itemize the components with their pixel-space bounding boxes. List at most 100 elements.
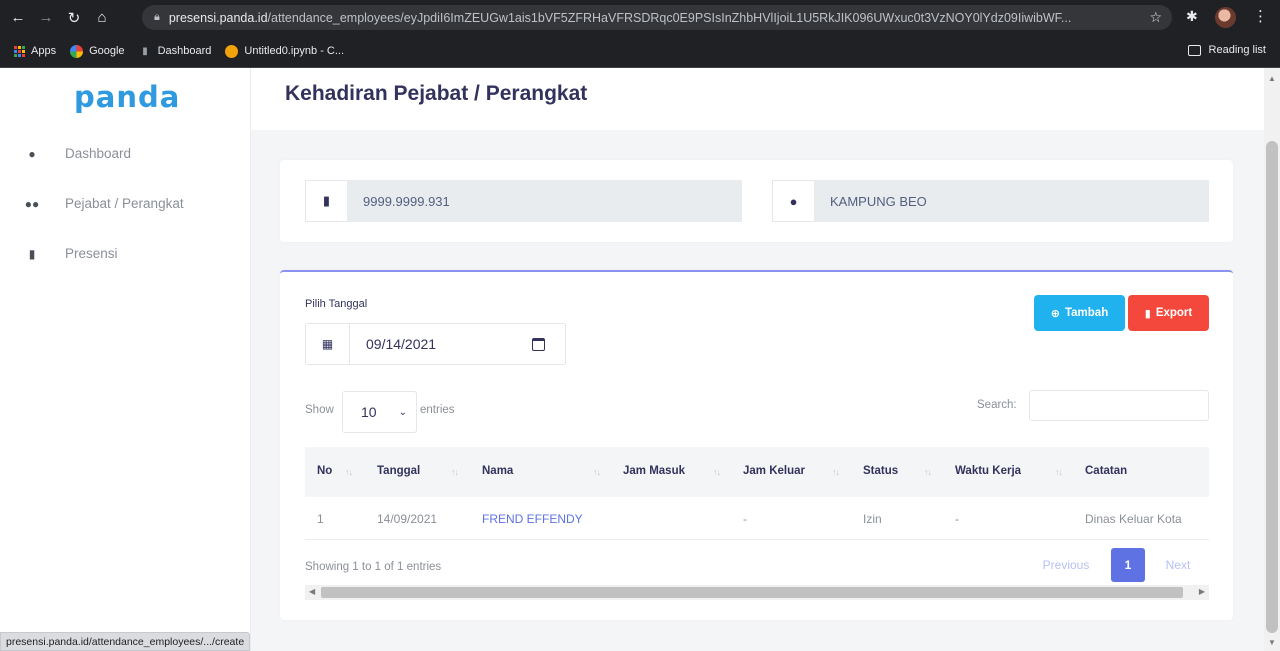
- bookmark-apps[interactable]: Apps: [14, 45, 56, 57]
- reload-icon[interactable]: ↻: [64, 8, 84, 28]
- cell-tanggal: 14/09/2021: [377, 512, 438, 526]
- sidebar-item-dashboard[interactable]: ● Dashboard: [24, 146, 131, 161]
- map-pin-icon: ●: [772, 180, 814, 222]
- bookmark-google[interactable]: Google: [70, 44, 125, 58]
- sort-icon[interactable]: ↑↓: [345, 467, 353, 477]
- scroll-left-icon[interactable]: ◀: [309, 587, 315, 596]
- cell-nama-link[interactable]: FREND EFFENDY: [482, 512, 583, 526]
- sidebar-item-label: Presensi: [65, 246, 118, 261]
- location-group: ● KAMPUNG BEO: [772, 180, 1209, 222]
- droplet-icon: ●: [28, 146, 36, 161]
- sort-icon[interactable]: ↑↓: [593, 467, 601, 477]
- browser-toolbar: ← → ↻ ⌂ 🔒︎ presensi.panda.id/attendance_…: [0, 0, 1280, 35]
- horizontal-scroll-thumb[interactable]: [321, 587, 1183, 598]
- date-value: 09/14/2021: [366, 336, 437, 352]
- clipboard-icon: ▮: [28, 246, 36, 261]
- url-text: presensi.panda.id/attendance_employees/e…: [169, 11, 1144, 25]
- column-header-catatan[interactable]: Catatan: [1085, 465, 1127, 477]
- url-path: /attendance_employees/eyJpdiI6ImZEUGw1ai…: [267, 10, 1072, 25]
- sidebar-item-label: Pejabat / Perangkat: [65, 196, 184, 211]
- extensions-puzzle-icon[interactable]: ✱: [1186, 8, 1198, 25]
- calendar-picker-icon[interactable]: [532, 337, 545, 351]
- bookmark-label: Apps: [31, 45, 57, 57]
- table-header: No ↑↓ Tanggal ↑↓ Nama ↑↓ Jam Masuk ↑↓ Ja…: [305, 447, 1209, 497]
- scroll-thumb[interactable]: [1266, 141, 1278, 633]
- bookmark-label: Dashboard: [157, 45, 212, 57]
- plus-circle-icon: ⊕: [1050, 307, 1060, 320]
- id-number-group: ▮ 9999.9999.931: [305, 180, 742, 222]
- page-title: Kehadiran Pejabat / Perangkat: [285, 82, 588, 105]
- table-horizontal-scrollbar[interactable]: ◀ ▶: [305, 585, 1209, 600]
- reading-list[interactable]: Reading list: [1187, 44, 1266, 56]
- folder-icon: ▮: [142, 45, 148, 57]
- address-bar[interactable]: 🔒︎ presensi.panda.id/attendance_employee…: [142, 5, 1172, 30]
- add-button[interactable]: ⊕ Tambah: [1034, 295, 1125, 331]
- calendar-icon: ▦: [321, 337, 334, 351]
- profile-avatar[interactable]: [1215, 7, 1236, 28]
- page-header: Kehadiran Pejabat / Perangkat: [251, 68, 1264, 130]
- page-length-value: 10: [361, 404, 377, 420]
- users-icon: ●●: [24, 196, 40, 211]
- scroll-right-icon[interactable]: ▶: [1199, 587, 1205, 596]
- sort-icon[interactable]: ↑↓: [451, 467, 459, 477]
- info-card: ▮ 9999.9999.931 ● KAMPUNG BEO: [280, 160, 1233, 242]
- sort-icon[interactable]: ↑↓: [713, 467, 721, 477]
- cell-catatan: Dinas Keluar Kota: [1085, 512, 1182, 526]
- pagination-page-1[interactable]: 1: [1111, 548, 1145, 582]
- entries-label: entries: [420, 404, 455, 416]
- sort-icon[interactable]: ↑↓: [924, 467, 932, 477]
- browser-status-bar: presensi.panda.id/attendance_employees/.…: [0, 632, 251, 651]
- column-header-tanggal[interactable]: Tanggal: [377, 465, 420, 477]
- bookmark-star-icon[interactable]: ☆: [1149, 9, 1162, 26]
- jupyter-icon: [225, 44, 239, 58]
- export-button-label: Export: [1155, 307, 1193, 319]
- sidebar-item-pejabat[interactable]: ●● Pejabat / Perangkat: [24, 196, 184, 211]
- add-button-label: Tambah: [1064, 307, 1109, 319]
- table-row: 1 14/09/2021 FREND EFFENDY - Izin - Dina…: [305, 497, 1209, 540]
- cell-waktu-kerja: -: [955, 512, 959, 526]
- cell-jam-keluar: -: [743, 512, 747, 526]
- date-label: Pilih Tanggal: [305, 298, 368, 310]
- date-picker[interactable]: ▦ 09/14/2021: [305, 323, 566, 365]
- sidebar-item-presensi[interactable]: ▮ Presensi: [24, 246, 118, 261]
- show-label: Show: [305, 404, 334, 416]
- column-header-waktu-kerja[interactable]: Waktu Kerja: [955, 465, 1021, 477]
- pagination-next[interactable]: Next: [1153, 548, 1203, 582]
- sidebar-item-label: Dashboard: [65, 146, 132, 161]
- bookmark-label: Google: [89, 45, 125, 57]
- bookmark-notebook[interactable]: Untitled0.ipynb - C...: [225, 44, 344, 58]
- browser-menu-icon[interactable]: ⋮: [1253, 7, 1268, 25]
- column-header-no[interactable]: No: [317, 465, 332, 477]
- cell-no: 1: [317, 512, 324, 526]
- url-host: presensi.panda.id: [168, 10, 268, 25]
- page-length-select[interactable]: 10 ⌄: [342, 391, 417, 433]
- column-header-nama[interactable]: Nama: [482, 465, 513, 477]
- date-input[interactable]: 09/14/2021: [349, 324, 565, 364]
- sidebar: panda ● Dashboard ●● Pejabat / Perangkat…: [0, 68, 251, 651]
- attendance-card: Pilih Tanggal ▦ 09/14/2021 ⊕ Tambah ▮ Ex…: [280, 270, 1233, 620]
- scroll-down-icon[interactable]: ▼: [1268, 638, 1276, 647]
- pagination-previous[interactable]: Previous: [1030, 548, 1102, 582]
- panda-logo[interactable]: panda: [74, 80, 180, 114]
- table-info: Showing 1 to 1 of 1 entries: [305, 561, 442, 573]
- search-label: Search:: [977, 399, 1017, 411]
- bookmarks-bar: Apps Google ▮ Dashboard Untitled0.ipynb …: [0, 35, 1280, 68]
- forward-icon[interactable]: →: [36, 8, 56, 28]
- home-icon[interactable]: ⌂: [92, 8, 112, 28]
- sort-icon[interactable]: ↑↓: [1055, 467, 1063, 477]
- page-scrollbar[interactable]: ▲ ▼: [1264, 68, 1280, 651]
- column-header-jam-keluar[interactable]: Jam Keluar: [743, 465, 805, 477]
- column-header-jam-masuk[interactable]: Jam Masuk: [623, 465, 685, 477]
- back-icon[interactable]: ←: [8, 8, 28, 28]
- reading-list-label: Reading list: [1208, 44, 1266, 56]
- id-number-field: 9999.9999.931: [347, 180, 742, 222]
- google-icon: [70, 44, 84, 58]
- bookmark-dashboard[interactable]: ▮ Dashboard: [139, 45, 212, 58]
- scroll-up-icon[interactable]: ▲: [1268, 74, 1276, 83]
- reading-list-icon: [1187, 44, 1201, 56]
- search-input[interactable]: [1029, 390, 1209, 421]
- lock-icon: 🔒︎: [154, 11, 160, 23]
- export-button[interactable]: ▮ Export: [1128, 295, 1209, 331]
- column-header-status[interactable]: Status: [863, 465, 898, 477]
- sort-icon[interactable]: ↑↓: [832, 467, 840, 477]
